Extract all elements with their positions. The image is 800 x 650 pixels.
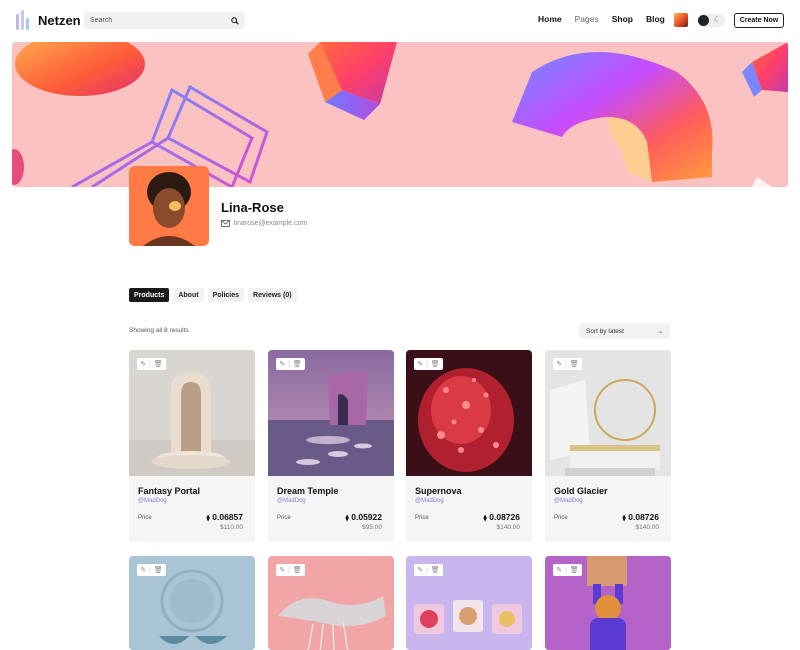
banner-artwork <box>12 42 788 187</box>
tab-about[interactable]: About <box>173 288 204 302</box>
product-card[interactable]: ✎ | 🗑 <box>545 556 671 650</box>
product-title[interactable]: Supernova <box>415 486 462 496</box>
theme-toggle[interactable]: ☾ <box>697 14 725 27</box>
search-icon[interactable] <box>231 16 239 25</box>
trash-icon[interactable]: 🗑 <box>154 360 163 368</box>
profile-email: linarose@example.com <box>234 220 308 227</box>
product-creator[interactable]: @MadDog <box>138 498 167 504</box>
profile-name: Lina-Rose <box>221 200 284 215</box>
product-card[interactable]: ✎ | 🗑 Fantasy Portal @MadDog Price ⧫ 0.068… <box>129 350 255 542</box>
logo-text: Netzen <box>38 12 81 28</box>
create-now-button[interactable]: Create Now <box>734 13 784 28</box>
price-usd: $140.00 <box>635 524 660 531</box>
price-eth: ⧫ 0.05922 <box>345 512 382 522</box>
eth-icon: ⧫ <box>206 515 210 522</box>
sun-icon <box>698 15 709 26</box>
edit-icon[interactable]: ✎ <box>279 566 285 574</box>
tab-products[interactable]: Products <box>129 288 170 302</box>
edit-icon[interactable]: ✎ <box>556 566 562 574</box>
trash-icon[interactable]: 🗑 <box>431 566 440 574</box>
product-card[interactable]: ✎ | 🗑 <box>406 556 532 650</box>
product-image: ✎ | 🗑 <box>268 350 394 476</box>
card-actions: ✎ | 🗑 <box>553 564 582 576</box>
price-label: Price <box>138 515 152 521</box>
edit-icon[interactable]: ✎ <box>140 360 146 368</box>
trash-icon[interactable]: 🗑 <box>154 566 163 574</box>
product-card[interactable]: ✎ | 🗑 Dream Temple @MadDog Price ⧫ 0.05922… <box>268 350 394 542</box>
mail-icon <box>221 220 230 227</box>
product-image: ✎ | 🗑 <box>545 556 671 650</box>
edit-icon[interactable]: ✎ <box>556 360 562 368</box>
product-creator[interactable]: @MadDog <box>415 498 444 504</box>
trash-icon[interactable]: 🗑 <box>570 566 579 574</box>
price-label: Price <box>415 515 429 521</box>
search-input[interactable] <box>90 17 231 24</box>
nav-home[interactable]: Home <box>538 14 562 24</box>
card-actions: ✎ | 🗑 <box>414 358 443 370</box>
eth-icon: ⧫ <box>345 515 349 522</box>
product-image: ✎ | 🗑 <box>545 350 671 476</box>
trash-icon[interactable]: 🗑 <box>293 360 302 368</box>
trash-icon[interactable]: 🗑 <box>293 566 302 574</box>
price-label: Price <box>277 515 291 521</box>
profile-tabs: Products About Policies Reviews (0) <box>129 288 297 302</box>
product-image: ✎ | 🗑 <box>129 350 255 476</box>
edit-icon[interactable]: ✎ <box>417 566 423 574</box>
product-card[interactable]: ✎ | 🗑 <box>129 556 255 650</box>
price-label: Price <box>554 515 568 521</box>
card-actions: ✎ | 🗑 <box>276 358 305 370</box>
edit-icon[interactable]: ✎ <box>279 360 285 368</box>
chevron-down-icon: ⌄ <box>657 328 663 335</box>
sort-dropdown[interactable]: Sort by latest ⌄ <box>579 323 670 339</box>
edit-icon[interactable]: ✎ <box>417 360 423 368</box>
product-card[interactable]: ✎ | 🗑 Gold Glacier @MadDog Price ⧫ 0.08726… <box>545 350 671 542</box>
tab-policies[interactable]: Policies <box>207 288 245 302</box>
product-creator[interactable]: @MadDog <box>554 498 583 504</box>
product-title[interactable]: Dream Temple <box>277 486 338 496</box>
product-image: ✎ | 🗑 <box>406 350 532 476</box>
profile-avatar <box>129 166 209 246</box>
product-image: ✎ | 🗑 <box>406 556 532 650</box>
profile-email-row: linarose@example.com <box>221 220 307 227</box>
nav-blog[interactable]: Blog <box>646 14 665 24</box>
moon-icon: ☾ <box>713 15 721 24</box>
card-actions: ✎ | 🗑 <box>137 564 166 576</box>
logo[interactable]: Netzen <box>16 10 81 30</box>
eth-icon: ⧫ <box>483 515 487 522</box>
card-actions: ✎ | 🗑 <box>553 358 582 370</box>
price-usd: $95.00 <box>362 524 382 531</box>
price-eth: ⧫ 0.06857 <box>206 512 243 522</box>
product-image: ✎ | 🗑 <box>268 556 394 650</box>
tab-reviews[interactable]: Reviews (0) <box>248 288 297 302</box>
profile-banner <box>12 42 788 187</box>
results-count: Showing all 8 results <box>129 327 189 334</box>
edit-icon[interactable]: ✎ <box>140 566 146 574</box>
nav-shop[interactable]: Shop <box>612 14 633 24</box>
card-actions: ✎ | 🗑 <box>137 358 166 370</box>
product-card[interactable]: ✎ | 🗑 Supernova @MadDog Price ⧫ 0.08726 $1… <box>406 350 532 542</box>
eth-icon: ⧫ <box>622 515 626 522</box>
product-image: ✎ | 🗑 <box>129 556 255 650</box>
product-title[interactable]: Gold Glacier <box>554 486 608 496</box>
price-usd: $140.00 <box>496 524 521 531</box>
nav-pages[interactable]: Pages <box>575 14 599 24</box>
trash-icon[interactable]: 🗑 <box>431 360 440 368</box>
price-eth: ⧫ 0.08726 <box>622 512 659 522</box>
product-card[interactable]: ✎ | 🗑 <box>268 556 394 650</box>
card-actions: ✎ | 🗑 <box>276 564 305 576</box>
trash-icon[interactable]: 🗑 <box>570 360 579 368</box>
main-nav: Home Pages Shop Blog <box>538 14 665 24</box>
sort-label: Sort by latest <box>586 327 624 335</box>
price-usd: $110.00 <box>219 524 243 531</box>
logo-icon <box>16 10 32 30</box>
top-header: Netzen Home Pages Shop Blog ☾ Create Now <box>0 0 800 42</box>
user-avatar[interactable] <box>674 13 688 27</box>
price-eth: ⧫ 0.08726 <box>483 512 520 522</box>
search-bar <box>84 12 245 29</box>
product-title[interactable]: Fantasy Portal <box>138 486 200 496</box>
product-creator[interactable]: @MadDog <box>277 498 306 504</box>
card-actions: ✎ | 🗑 <box>414 564 443 576</box>
